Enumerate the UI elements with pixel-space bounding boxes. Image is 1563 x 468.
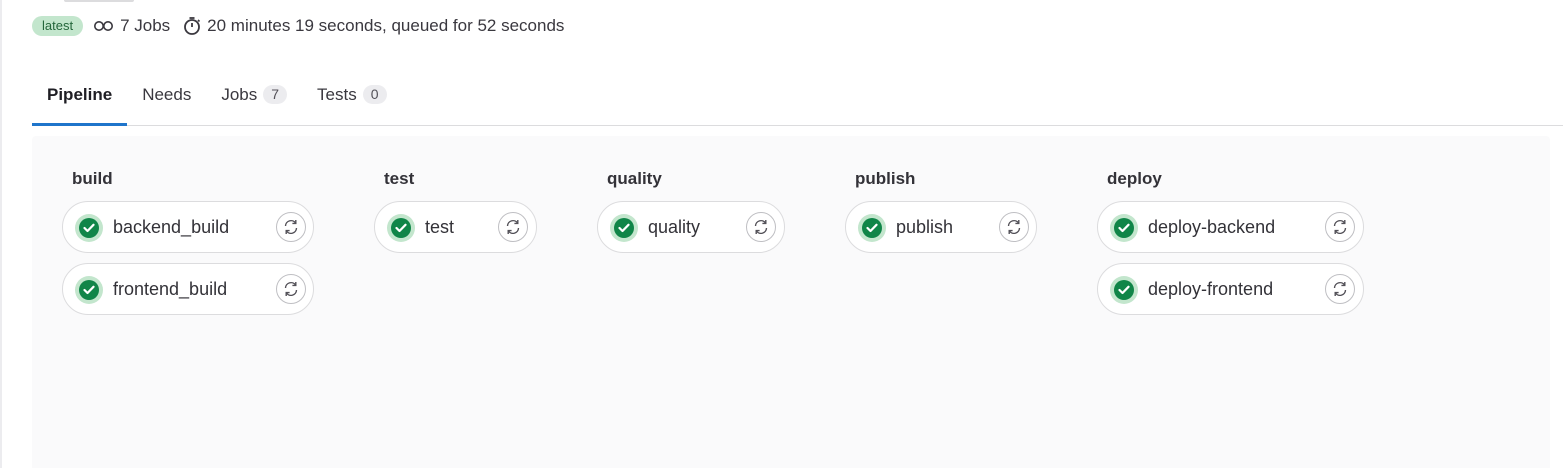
duration-text: 20 minutes 19 seconds, queued for 52 sec… — [207, 16, 565, 35]
tab-needs[interactable]: Needs — [127, 64, 206, 125]
pipeline-graph: build backend_build frontend_build test … — [32, 136, 1550, 468]
job-name: test — [425, 217, 455, 237]
check-circle-icon — [610, 214, 638, 242]
tab-needs-label: Needs — [142, 84, 192, 104]
tab-pipeline[interactable]: Pipeline — [32, 64, 128, 126]
job-name: backend_build — [113, 217, 230, 237]
retry-icon[interactable] — [746, 212, 776, 242]
job-publish[interactable]: publish — [845, 201, 1037, 253]
tab-jobs-count: 7 — [263, 85, 288, 104]
job-name: deploy-backend — [1148, 217, 1276, 237]
tab-tests-count: 0 — [362, 85, 387, 104]
tab-tests[interactable]: Tests 0 — [302, 64, 401, 125]
job-name: quality — [648, 217, 701, 237]
job-quality[interactable]: quality — [597, 201, 785, 253]
tab-tests-label: Tests — [317, 84, 357, 104]
check-circle-icon — [1110, 276, 1138, 304]
retry-icon[interactable] — [276, 274, 306, 304]
jobs-count-text: 7 Jobs — [120, 16, 171, 35]
job-test[interactable]: test — [374, 201, 537, 253]
timer-icon — [182, 16, 202, 36]
tab-pipeline-label: Pipeline — [47, 84, 113, 104]
job-backend-build[interactable]: backend_build — [62, 201, 314, 253]
pipeline-link-icon — [93, 19, 115, 33]
job-name: deploy-frontend — [1148, 279, 1274, 299]
stage-title: build — [72, 169, 113, 188]
pipeline-tabs: Pipeline Needs Jobs 7 Tests 0 — [32, 64, 1563, 126]
job-deploy-backend[interactable]: deploy-backend — [1097, 201, 1364, 253]
stage-title: test — [384, 169, 415, 188]
retry-icon[interactable] — [498, 212, 528, 242]
retry-icon[interactable] — [1325, 274, 1355, 304]
top-stub — [64, 0, 134, 2]
check-circle-icon — [858, 214, 886, 242]
retry-icon[interactable] — [999, 212, 1029, 242]
stage-title: quality — [607, 169, 662, 188]
jobs-count: 7 Jobs — [93, 16, 170, 36]
retry-icon[interactable] — [276, 212, 306, 242]
tab-jobs[interactable]: Jobs 7 — [206, 64, 302, 125]
duration: 20 minutes 19 seconds, queued for 52 sec… — [182, 16, 564, 36]
check-circle-icon — [75, 214, 103, 242]
job-name: frontend_build — [113, 279, 228, 299]
job-name: publish — [896, 217, 954, 237]
check-circle-icon — [1110, 214, 1138, 242]
check-circle-icon — [75, 276, 103, 304]
stage-title: deploy — [1107, 169, 1162, 188]
stage-title: publish — [855, 169, 916, 188]
job-frontend-build[interactable]: frontend_build — [62, 263, 314, 315]
retry-icon[interactable] — [1325, 212, 1355, 242]
check-circle-icon — [387, 214, 415, 242]
page-left-border — [0, 0, 2, 468]
latest-badge: latest — [32, 16, 84, 36]
pipeline-meta: latest 7 Jobs 20 minutes 19 seconds, que… — [32, 14, 576, 38]
tab-jobs-label: Jobs — [221, 84, 258, 104]
job-deploy-frontend[interactable]: deploy-frontend — [1097, 263, 1364, 315]
